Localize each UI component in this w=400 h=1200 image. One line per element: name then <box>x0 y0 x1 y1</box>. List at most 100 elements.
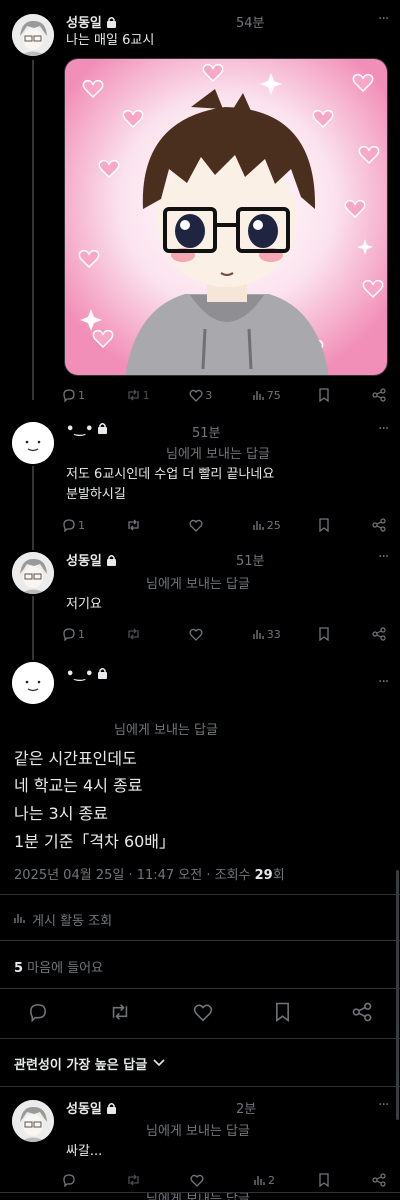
more-icon[interactable]: ··· <box>378 550 389 564</box>
repost-button[interactable] <box>126 627 152 641</box>
views-icon <box>253 389 265 401</box>
post-text: 나는 매일 6교시 <box>66 33 155 48</box>
post-datetime[interactable]: 2025년 04월 25일 · 11:47 오전 · 조회수 29회 <box>14 864 285 883</box>
view-count: 29 <box>254 868 273 883</box>
share-button[interactable] <box>372 518 386 532</box>
share-icon <box>372 1173 386 1187</box>
reply-icon[interactable] <box>28 1002 48 1026</box>
share-icon <box>372 627 386 641</box>
reply-button[interactable] <box>62 1173 88 1187</box>
author-name[interactable]: •‿• <box>66 422 108 438</box>
bookmark-button[interactable] <box>318 388 334 402</box>
reply-button[interactable]: 1 <box>62 627 88 641</box>
bookmark-button[interactable] <box>318 1173 334 1187</box>
avatar[interactable] <box>12 422 54 464</box>
chevron-down-icon <box>153 1056 165 1071</box>
reply-button[interactable]: 1 <box>62 518 88 532</box>
divider <box>0 1086 400 1087</box>
author-name[interactable]: 성동일 <box>66 12 117 32</box>
avatar[interactable] <box>12 1100 54 1142</box>
share-button[interactable] <box>372 1173 386 1187</box>
repost-button[interactable]: 1 <box>126 388 152 402</box>
divider <box>0 894 400 895</box>
likes-summary[interactable]: 5 마음에 들어요 <box>14 957 103 976</box>
main-text-line-3: 나는 3시 종료 <box>14 804 108 823</box>
author-name-text: •‿• <box>66 422 94 437</box>
views-button[interactable]: 33 <box>253 628 281 641</box>
author-name-text: 성동일 <box>66 16 102 31</box>
reply-icon <box>62 518 76 532</box>
views-button[interactable]: 25 <box>253 519 281 532</box>
author-name[interactable]: •‿• <box>66 667 108 683</box>
post1-actions: 1 1 3 75 <box>62 386 386 404</box>
avatar[interactable] <box>12 662 54 704</box>
like-icon <box>190 1174 204 1187</box>
reply-icon <box>62 1173 76 1187</box>
repost-button[interactable] <box>126 1173 152 1187</box>
reply1-actions: 1 25 <box>62 516 386 534</box>
post-time[interactable]: 51분 <box>192 422 221 441</box>
divider <box>0 988 400 989</box>
thread-line-3 <box>32 596 34 660</box>
more-icon[interactable]: ··· <box>378 675 389 689</box>
repost-icon <box>126 518 141 532</box>
post-activity-link[interactable]: 게시 활동 조회 <box>14 910 112 929</box>
repost-button[interactable] <box>126 518 152 532</box>
views-icon <box>253 519 265 531</box>
post-time[interactable]: 2분 <box>236 1098 256 1117</box>
share-button[interactable] <box>372 388 386 402</box>
sort-label: 관련성이 가장 높은 답글 <box>14 1058 148 1073</box>
post-image[interactable] <box>64 58 388 376</box>
more-icon[interactable]: ··· <box>378 422 389 436</box>
reply-sort-dropdown[interactable]: 관련성이 가장 높은 답글 <box>14 1054 165 1073</box>
lock-icon <box>97 667 108 683</box>
like-count: 3 <box>205 388 213 402</box>
datetime-text: 2025년 04월 25일 · 11:47 오전 · 조회수 <box>14 868 255 883</box>
post-time[interactable]: 54분 <box>236 12 265 31</box>
author-name-text: •‿• <box>66 667 94 682</box>
reply-button[interactable]: 1 <box>62 388 88 402</box>
like-icon[interactable] <box>193 1003 213 1026</box>
reply-to-label[interactable]: 님에게 보내는 답글 <box>114 719 218 738</box>
like-button[interactable]: 3 <box>189 389 215 402</box>
avatar[interactable] <box>12 14 54 56</box>
bookmark-icon <box>318 388 330 402</box>
reply-text-line-1: 저도 6교시인데 수업 더 빨리 끝나네요 <box>66 467 275 482</box>
scrollbar[interactable] <box>396 870 399 1120</box>
like-button[interactable] <box>189 628 215 641</box>
reply-text: 저기요 <box>66 597 102 612</box>
reply-to-label[interactable]: 님에게 보내는 답글 <box>166 443 270 462</box>
repost-icon[interactable] <box>109 1002 131 1026</box>
reply3-actions: 2 <box>62 1171 386 1189</box>
bookmark-button[interactable] <box>318 518 334 532</box>
repost-icon <box>126 1173 141 1187</box>
bookmark-button[interactable] <box>318 627 334 641</box>
reply-to-label[interactable]: 님에게 보내는 답글 <box>146 1120 250 1139</box>
share-button[interactable] <box>372 627 386 641</box>
like-button[interactable] <box>190 1174 216 1187</box>
author-name[interactable]: 성동일 <box>66 550 117 570</box>
post-time[interactable]: 51분 <box>236 550 265 569</box>
views-count: 75 <box>266 388 281 402</box>
like-icon <box>189 628 203 641</box>
repost-count: 1 <box>142 388 150 402</box>
more-icon[interactable]: ··· <box>378 12 389 26</box>
bookmark-icon <box>318 518 330 532</box>
share-icon[interactable] <box>352 1002 372 1026</box>
author-name-text: 성동일 <box>66 554 102 569</box>
activity-label: 게시 활동 조회 <box>32 914 113 929</box>
views-button[interactable]: 75 <box>253 389 281 402</box>
reply-text: 싸갈... <box>66 1144 103 1159</box>
views-button[interactable]: 2 <box>254 1174 280 1187</box>
reply-to-label[interactable]: 님에게 보내는 답글 <box>146 573 250 592</box>
bookmark-icon[interactable] <box>274 1002 291 1026</box>
next-reply-to-label[interactable]: 님에게 보내는 답글 <box>146 1193 250 1200</box>
share-icon <box>372 388 386 402</box>
divider <box>0 940 400 941</box>
avatar[interactable] <box>12 552 54 594</box>
more-icon[interactable]: ··· <box>378 1098 389 1112</box>
like-button[interactable] <box>189 519 215 532</box>
reply2-actions: 1 33 <box>62 625 386 643</box>
main-text-line-2: 네 학교는 4시 종료 <box>14 776 143 795</box>
author-name[interactable]: 성동일 <box>66 1098 117 1118</box>
